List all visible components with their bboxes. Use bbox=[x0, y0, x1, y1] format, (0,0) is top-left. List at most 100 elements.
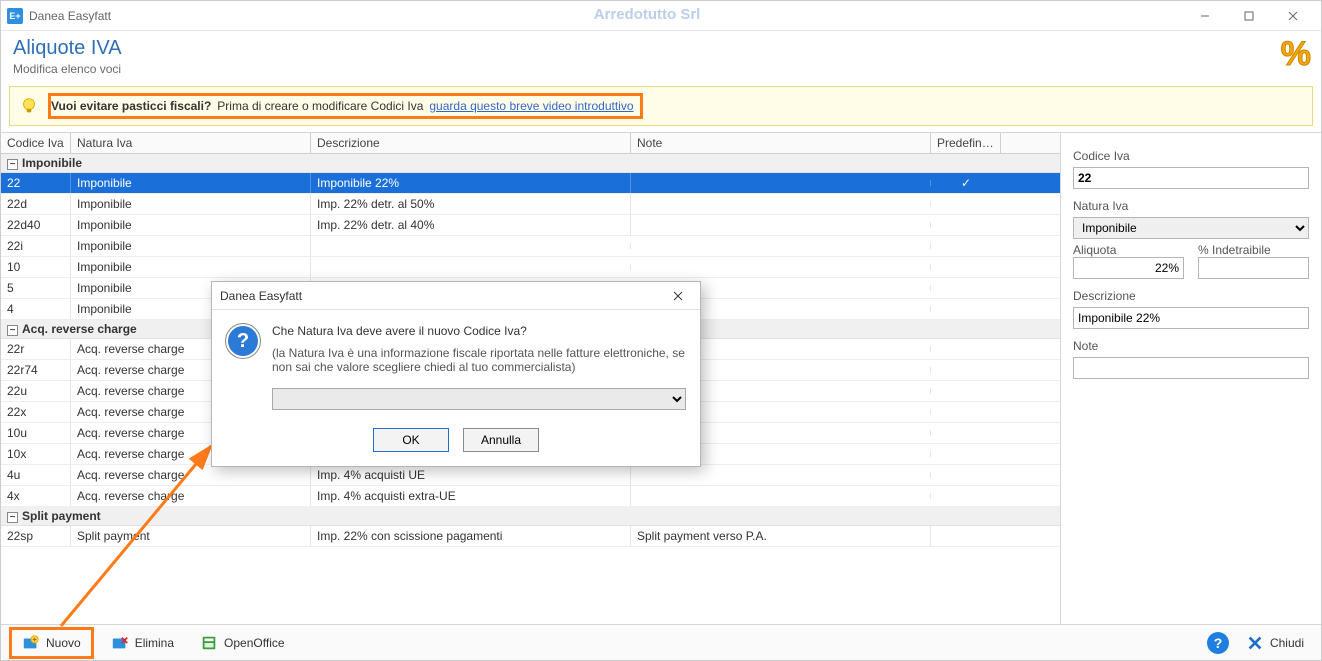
cell-descrizione: Imp. 4% acquisti UE bbox=[311, 465, 631, 485]
cell-codice: 5 bbox=[1, 278, 71, 298]
natura-iva-dialog: Danea Easyfatt ? Che Natura Iva deve ave… bbox=[211, 281, 701, 467]
page-title: Aliquote IVA bbox=[13, 37, 122, 60]
cell-predefinito bbox=[931, 306, 1001, 312]
maximize-button[interactable] bbox=[1227, 2, 1271, 30]
cell-predefinito bbox=[931, 388, 1001, 394]
chiudi-button[interactable]: Chiudi bbox=[1237, 630, 1313, 656]
table-row[interactable]: 22spSplit paymentImp. 22% con scissione … bbox=[1, 526, 1060, 547]
chiudi-icon bbox=[1246, 634, 1264, 652]
collapse-icon: − bbox=[7, 159, 18, 170]
elimina-button[interactable]: Elimina bbox=[102, 630, 183, 656]
table-row[interactable]: 22iImponibile bbox=[1, 236, 1060, 257]
cell-natura: Split payment bbox=[71, 526, 311, 546]
app-logo-icon: E+ bbox=[7, 8, 23, 24]
detail-panel: Codice Iva Natura Iva Imponibile Aliquot… bbox=[1061, 133, 1321, 624]
cell-note: Split payment verso P.A. bbox=[631, 526, 931, 546]
openoffice-button[interactable]: OpenOffice bbox=[191, 630, 293, 656]
label-descrizione: Descrizione bbox=[1073, 289, 1309, 303]
cell-natura: Acq. reverse charge bbox=[71, 486, 311, 506]
bottom-toolbar: Nuovo Elimina OpenOffice ? bbox=[1, 624, 1321, 660]
col-header-codice[interactable]: Codice Iva bbox=[1, 133, 71, 153]
help-button[interactable]: ? bbox=[1207, 632, 1229, 654]
elimina-icon bbox=[111, 634, 129, 652]
group-row[interactable]: −Split payment bbox=[1, 507, 1060, 526]
nuovo-button[interactable]: Nuovo bbox=[9, 627, 94, 659]
cell-descrizione: Imp. 22% con scissione pagamenti bbox=[311, 526, 631, 546]
openoffice-icon bbox=[200, 634, 218, 652]
table-row[interactable]: 10Imponibile bbox=[1, 257, 1060, 278]
label-indetraibile: % Indetraibile bbox=[1198, 243, 1271, 257]
cell-codice: 22i bbox=[1, 236, 71, 256]
input-note[interactable] bbox=[1073, 357, 1309, 379]
input-codice[interactable] bbox=[1073, 167, 1309, 189]
cell-codice: 4u bbox=[1, 465, 71, 485]
cell-natura: Imponibile bbox=[71, 173, 311, 193]
lightbulb-icon bbox=[18, 95, 40, 117]
label-natura: Natura Iva bbox=[1073, 199, 1309, 213]
cell-predefinito bbox=[931, 201, 1001, 207]
collapse-icon: − bbox=[7, 512, 18, 523]
cell-codice: 10x bbox=[1, 444, 71, 464]
cell-predefinito: ✓ bbox=[931, 173, 1001, 193]
cell-natura: Imponibile bbox=[71, 236, 311, 256]
page-header: Aliquote IVA Modifica elenco voci % bbox=[1, 31, 1321, 84]
titlebar-app-name: Danea Easyfatt bbox=[29, 9, 111, 23]
cell-codice: 22r74 bbox=[1, 360, 71, 380]
col-header-note[interactable]: Note bbox=[631, 133, 931, 153]
dialog-close-button[interactable] bbox=[664, 286, 692, 306]
cell-codice: 22d40 bbox=[1, 215, 71, 235]
label-aliquota: Aliquota bbox=[1073, 243, 1116, 257]
table-row[interactable]: 4xAcq. reverse chargeImp. 4% acquisti ex… bbox=[1, 486, 1060, 507]
cell-codice: 4x bbox=[1, 486, 71, 506]
question-icon: ? bbox=[226, 324, 260, 358]
cell-natura: Acq. reverse charge bbox=[71, 465, 311, 485]
percent-icon: % bbox=[1281, 37, 1311, 71]
close-window-button[interactable] bbox=[1271, 2, 1315, 30]
col-header-predefinito[interactable]: Predefinito bbox=[931, 133, 1001, 153]
dialog-question: Che Natura Iva deve avere il nuovo Codic… bbox=[272, 324, 686, 338]
cell-predefinito bbox=[931, 409, 1001, 415]
select-natura[interactable]: Imponibile bbox=[1073, 217, 1309, 239]
cell-note bbox=[631, 222, 931, 228]
titlebar: E+ Danea Easyfatt Arredotutto Srl bbox=[1, 1, 1321, 31]
table-row[interactable]: 4uAcq. reverse chargeImp. 4% acquisti UE bbox=[1, 465, 1060, 486]
cell-codice: 22d bbox=[1, 194, 71, 214]
cell-natura: Imponibile bbox=[71, 215, 311, 235]
tip-strong-text: Vuoi evitare pasticci fiscali? bbox=[51, 99, 211, 113]
tip-highlight: Vuoi evitare pasticci fiscali? Prima di … bbox=[48, 93, 643, 119]
dialog-cancel-button[interactable]: Annulla bbox=[463, 428, 539, 452]
table-row[interactable]: 22d40ImponibileImp. 22% detr. al 40% bbox=[1, 215, 1060, 236]
check-icon: ✓ bbox=[961, 176, 971, 190]
cell-codice: 22u bbox=[1, 381, 71, 401]
table-row[interactable]: 22ImponibileImponibile 22%✓ bbox=[1, 173, 1060, 194]
cell-descrizione bbox=[311, 264, 631, 270]
tip-video-link[interactable]: guarda questo breve video introduttivo bbox=[429, 99, 633, 113]
cell-predefinito bbox=[931, 430, 1001, 436]
label-codice: Codice Iva bbox=[1073, 149, 1309, 163]
info-tip-bar: Vuoi evitare pasticci fiscali? Prima di … bbox=[9, 86, 1313, 126]
table-row[interactable]: 22dImponibileImp. 22% detr. al 50% bbox=[1, 194, 1060, 215]
group-row[interactable]: −Imponibile bbox=[1, 154, 1060, 173]
col-header-descrizione[interactable]: Descrizione bbox=[311, 133, 631, 153]
cell-natura: Imponibile bbox=[71, 194, 311, 214]
group-label: Acq. reverse charge bbox=[22, 322, 137, 336]
dialog-ok-button[interactable]: OK bbox=[373, 428, 449, 452]
cell-predefinito bbox=[931, 451, 1001, 457]
cell-predefinito bbox=[931, 243, 1001, 249]
group-label: Split payment bbox=[22, 509, 101, 523]
window-controls bbox=[1183, 2, 1315, 30]
label-note: Note bbox=[1073, 339, 1309, 353]
cell-note bbox=[631, 472, 931, 478]
input-indetraibile[interactable] bbox=[1198, 257, 1309, 279]
input-descrizione[interactable] bbox=[1073, 307, 1309, 329]
cell-predefinito bbox=[931, 222, 1001, 228]
input-aliquota[interactable] bbox=[1073, 257, 1184, 279]
minimize-button[interactable] bbox=[1183, 2, 1227, 30]
col-header-natura[interactable]: Natura Iva bbox=[71, 133, 311, 153]
minimize-icon bbox=[1200, 11, 1210, 21]
grid-header: Codice Iva Natura Iva Descrizione Note P… bbox=[1, 133, 1060, 154]
titlebar-company-name: Arredotutto Srl bbox=[111, 6, 1183, 23]
nuovo-label: Nuovo bbox=[46, 636, 81, 650]
cell-predefinito bbox=[931, 285, 1001, 291]
dialog-natura-select[interactable] bbox=[272, 388, 686, 410]
